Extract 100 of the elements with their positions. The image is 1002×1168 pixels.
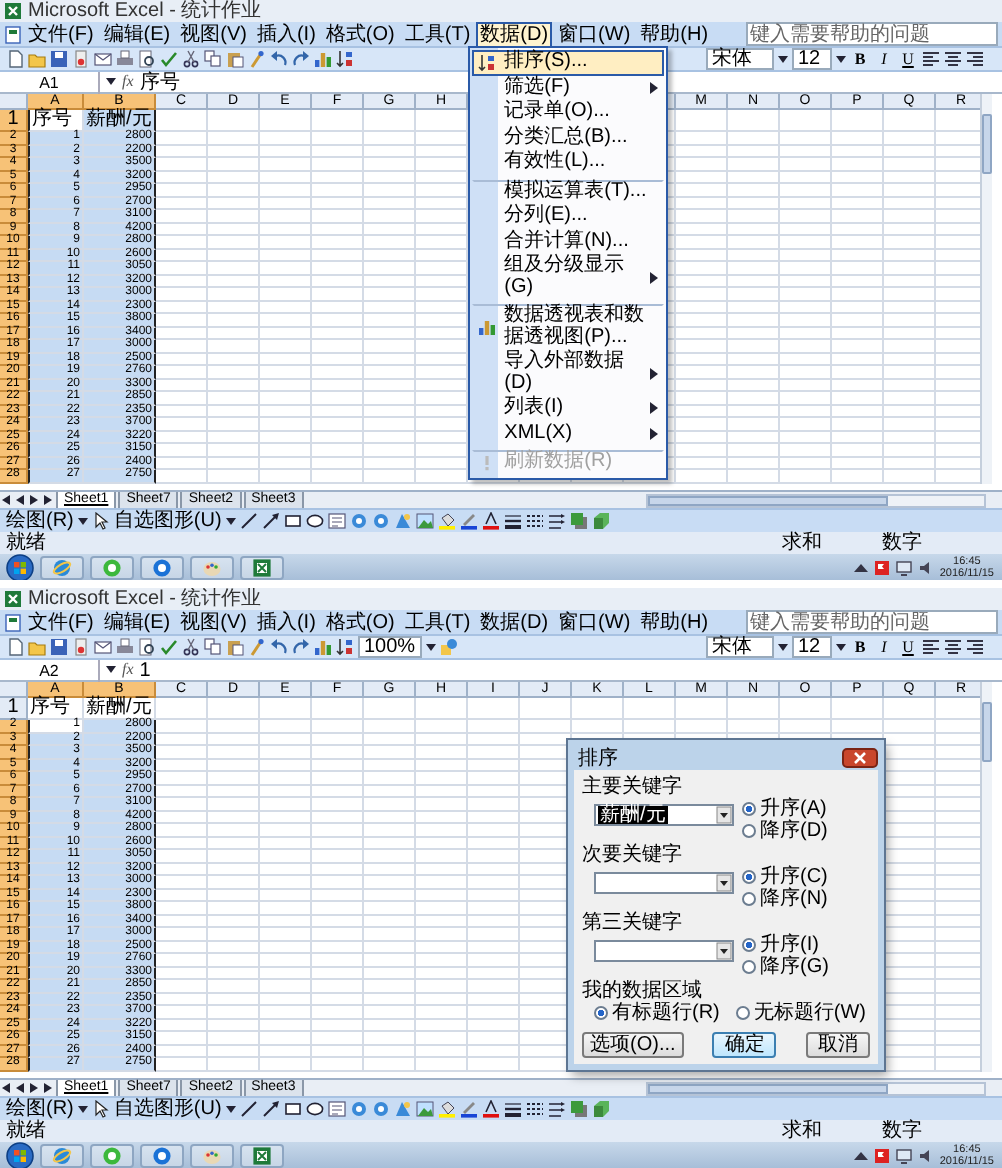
menu-item[interactable]: 工具(T)	[400, 609, 475, 635]
menu-option[interactable]: 导入外部数据(D)	[472, 350, 665, 396]
printer-icon[interactable]	[116, 50, 134, 68]
speaker-icon[interactable]	[917, 1147, 934, 1163]
brush-icon[interactable]	[248, 638, 266, 656]
row-header[interactable]: 1	[0, 698, 28, 720]
draw-menu[interactable]: 绘图(R)	[6, 510, 74, 532]
radio-button[interactable]	[594, 1006, 608, 1020]
caret-icon[interactable]	[425, 643, 436, 651]
envelope-icon[interactable]	[94, 50, 112, 68]
fill-color-icon[interactable]	[437, 512, 456, 530]
autoshapes-menu[interactable]: 自选图形(U)	[113, 1098, 222, 1120]
arrow-style-icon[interactable]	[547, 1100, 566, 1118]
caret-icon[interactable]	[836, 643, 846, 651]
horizontal-scrollbar[interactable]	[646, 493, 986, 507]
pointer-icon[interactable]	[91, 1100, 110, 1118]
format-button[interactable]: B	[850, 49, 870, 69]
caret-icon[interactable]	[106, 666, 116, 674]
radio-option[interactable]: 有标题行(R)	[594, 1002, 720, 1024]
font-size-field[interactable]: 12	[792, 636, 832, 658]
radio-option[interactable]: 无标题行(W)	[735, 1002, 866, 1024]
menu-item[interactable]: 视图(V)	[176, 609, 251, 635]
menu-item[interactable]: 格式(O)	[321, 609, 399, 635]
bar-chart-icon[interactable]	[314, 50, 332, 68]
sort-icon[interactable]	[336, 638, 354, 656]
caret-icon[interactable]	[106, 78, 116, 86]
menu-option[interactable]: 列表(I)	[472, 396, 665, 421]
menu-option[interactable]: 排序(S)...	[472, 50, 665, 75]
menu-option[interactable]: 模拟运算表(T)...	[472, 179, 665, 204]
clipart-icon[interactable]	[393, 1100, 412, 1118]
radio-button[interactable]	[735, 1006, 750, 1020]
redo-icon[interactable]	[292, 50, 310, 68]
autoshapes-menu[interactable]: 自选图形(U)	[113, 510, 222, 532]
align-center-icon[interactable]	[944, 638, 962, 656]
menu-option[interactable]: 记录单(O)...	[472, 100, 665, 125]
undo-icon[interactable]	[270, 638, 288, 656]
font-name-field[interactable]: 宋体	[706, 48, 774, 70]
font-color-icon[interactable]	[481, 1100, 500, 1118]
menu-item[interactable]: 文件(F)	[24, 609, 98, 635]
monitor-icon[interactable]	[895, 559, 912, 575]
menu-item[interactable]: 工具(T)	[400, 21, 475, 47]
menu-item[interactable]: 格式(O)	[321, 21, 399, 47]
document-icon[interactable]	[4, 25, 22, 43]
cube-icon[interactable]	[591, 1100, 610, 1118]
taskbar-button[interactable]	[240, 555, 284, 579]
menu-option[interactable]: 有效性(L)...	[472, 150, 665, 175]
menu-item[interactable]: 视图(V)	[176, 21, 251, 47]
format-button[interactable]: U	[898, 637, 918, 657]
scissors-icon[interactable]	[182, 50, 200, 68]
caret-icon[interactable]	[778, 55, 788, 63]
close-button[interactable]	[842, 748, 878, 768]
arrow-icon[interactable]	[261, 512, 280, 530]
dialog-button[interactable]: 确定	[712, 1032, 777, 1058]
help-search-field[interactable]: 键入需要帮助的问题	[746, 610, 998, 634]
align-right-icon[interactable]	[966, 638, 984, 656]
taskbar-button[interactable]	[140, 555, 184, 579]
help-search-field[interactable]: 键入需要帮助的问题	[746, 22, 998, 46]
dialog-button[interactable]: 取消	[806, 1032, 870, 1058]
line-icon[interactable]	[239, 1100, 258, 1118]
dialog-button[interactable]: 选项(O)...	[582, 1032, 684, 1058]
font-name-field[interactable]: 宋体	[706, 636, 774, 658]
zoom-field[interactable]: 100%	[358, 636, 422, 658]
arrow-style-icon[interactable]	[547, 512, 566, 530]
line-icon[interactable]	[239, 512, 258, 530]
menu-item[interactable]: 插入(I)	[252, 609, 320, 635]
menu-item[interactable]: 编辑(E)	[99, 609, 175, 635]
preview-icon[interactable]	[138, 638, 156, 656]
oval-icon[interactable]	[305, 512, 324, 530]
radio-option[interactable]: 升序(I)	[742, 934, 829, 956]
draw-menu[interactable]: 绘图(R)	[6, 1098, 74, 1120]
menu-item[interactable]: 帮助(H)	[636, 21, 713, 47]
menu-item[interactable]: 插入(I)	[252, 21, 320, 47]
flag-icon[interactable]	[873, 1147, 890, 1163]
undo-icon[interactable]	[270, 50, 288, 68]
radio-button[interactable]	[742, 870, 756, 884]
align-left-icon[interactable]	[922, 50, 940, 68]
align-center-icon[interactable]	[944, 50, 962, 68]
menu-option[interactable]: 数据透视表和数据透视图(P)...	[472, 304, 665, 350]
save-icon[interactable]	[50, 50, 68, 68]
line-style-icon[interactable]	[503, 512, 522, 530]
envelope-icon[interactable]	[94, 638, 112, 656]
flag-icon[interactable]	[873, 559, 890, 575]
menu-option[interactable]: XML(X)	[472, 421, 665, 446]
menu-item[interactable]: 数据(D)	[476, 21, 553, 47]
menu-option[interactable]: 分列(E)...	[472, 204, 665, 229]
menu-item[interactable]: 数据(D)	[476, 609, 553, 635]
menu-option[interactable]: 组及分级显示(G)	[472, 254, 665, 300]
line-color-icon[interactable]	[459, 1100, 478, 1118]
menu-item[interactable]: 编辑(E)	[99, 21, 175, 47]
radio-option[interactable]: 升序(A)	[742, 798, 828, 820]
fill-color-icon[interactable]	[437, 1100, 456, 1118]
dash-style-icon[interactable]	[525, 1100, 544, 1118]
radio-button[interactable]	[742, 892, 756, 906]
format-button[interactable]: I	[874, 637, 894, 657]
preview-icon[interactable]	[138, 50, 156, 68]
radio-option[interactable]: 降序(G)	[742, 956, 829, 978]
align-right-icon[interactable]	[966, 50, 984, 68]
format-button[interactable]: U	[898, 49, 918, 69]
radio-option[interactable]: 降序(D)	[742, 820, 828, 842]
menu-option[interactable]: 筛选(F)	[472, 75, 665, 100]
